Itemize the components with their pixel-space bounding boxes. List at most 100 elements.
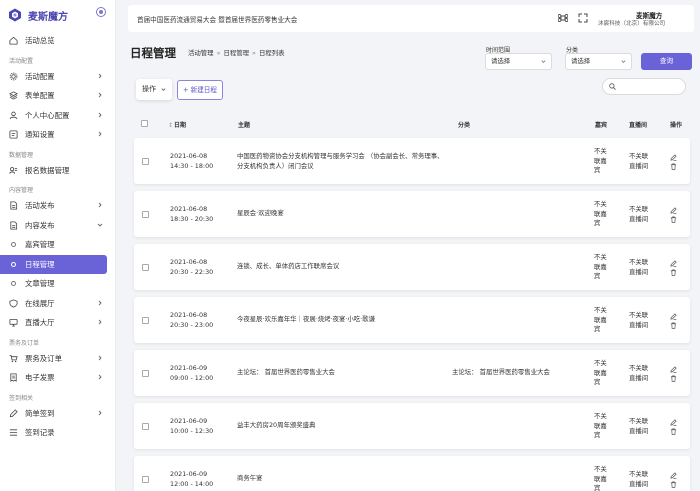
row-checkbox[interactable] [142, 476, 149, 483]
sidebar-item[interactable]: 个人中心配置 [0, 106, 115, 126]
row-date: 2021-06-08 14:30 - 18:00 [170, 152, 214, 170]
sidebar-item[interactable]: 签到记录 [0, 423, 115, 443]
sidebar-item[interactable]: 通知设置 [0, 125, 115, 145]
layers-icon [9, 91, 18, 100]
row-guest: 不关联嘉宾 [594, 253, 607, 280]
page-title: 日程管理 [130, 46, 176, 60]
chevron-right-icon [98, 374, 102, 380]
breadcrumb-item[interactable]: 活动管理 [188, 49, 214, 57]
sidebar-subitem[interactable]: 日程管理 [0, 254, 107, 274]
document-icon [10, 221, 18, 230]
table-row[interactable]: 2021-06-08 18:30 - 20:30 星辰会·欢迎晚宴 不关联嘉宾 不关联直… [134, 191, 690, 237]
delete-icon[interactable] [670, 428, 677, 435]
user-org: 沐宸科技（北京）有限公司 [598, 21, 666, 27]
table-header: ↕日期 主题 分类 嘉宾 直播间 操作 [128, 113, 694, 135]
sidebar-item[interactable]: 活动总览 [0, 31, 115, 51]
topbar: 首届中国医药流通贸易大会 暨首届世界医药零售业大会 麦斯魔方 沐宸科技（北京）有… [128, 5, 694, 32]
column-category: 分类 [458, 122, 471, 129]
edit-icon[interactable] [670, 313, 677, 320]
row-checkbox[interactable] [142, 423, 149, 430]
sidebar-item-label: 电子发票 [25, 373, 55, 383]
edit-icon[interactable] [670, 260, 677, 267]
sidebar-item[interactable]: 表单配置 [0, 86, 115, 106]
table-row[interactable]: 2021-06-08 20:30 - 23:00 今夜星辰·欢乐嘉年华｜夜展·烧烤·… [134, 297, 690, 343]
sidebar-item[interactable]: 内容发布 [0, 216, 115, 236]
edit-icon[interactable] [670, 472, 677, 479]
nav-group-title: 活动配置 [9, 57, 34, 65]
sidebar-item-label: 签到记录 [25, 428, 55, 438]
sidebar-item-label: 嘉宾管理 [25, 240, 55, 250]
sidebar-item[interactable]: 在线展厅 [0, 294, 115, 314]
chevron-down-icon [161, 88, 166, 91]
row-checkbox[interactable] [142, 211, 149, 218]
category-value: 请选择 [571, 57, 591, 65]
sidebar-item[interactable]: 活动发布 [0, 196, 115, 216]
delete-icon[interactable] [670, 269, 677, 276]
column-date[interactable]: ↕日期 [168, 120, 186, 129]
row-guest: 不关联嘉宾 [594, 359, 607, 386]
cart-icon [9, 354, 18, 362]
breadcrumb-item[interactable]: 日程管理 [223, 49, 249, 57]
logo-icon [9, 8, 21, 22]
chevron-right-icon [98, 300, 102, 305]
table-row[interactable]: 2021-06-08 20:30 - 22:30 连锁、成长、单体药店工作联席会议 不… [134, 244, 690, 290]
select-all-checkbox[interactable] [141, 120, 148, 127]
chevron-right-icon [98, 92, 102, 98]
column-guest: 嘉宾 [595, 122, 608, 129]
sidebar-item[interactable]: 电子发票 [0, 368, 115, 388]
edit-icon[interactable] [670, 207, 677, 214]
row-checkbox[interactable] [142, 370, 149, 377]
new-schedule-button[interactable]: + 新建日程 [177, 80, 223, 100]
chevron-right-icon [98, 202, 102, 208]
time-range-select[interactable]: 请选择 [485, 53, 552, 70]
edit-icon[interactable] [670, 419, 677, 426]
chevron-down-icon [621, 60, 626, 63]
command-icon[interactable] [558, 13, 568, 23]
row-live: 不关联直播间 [629, 152, 649, 170]
chevron-right-icon [98, 73, 102, 78]
table-row[interactable]: 2021-06-09 10:00 - 12:30 益丰大药房20周年颁奖盛典 不关联嘉… [134, 403, 690, 449]
delete-icon[interactable] [670, 322, 677, 329]
delete-icon[interactable] [670, 481, 677, 488]
chevron-right-icon [98, 410, 102, 415]
sidebar-item-label: 票务及订单 [25, 353, 62, 363]
table-row[interactable]: 2021-06-08 14:30 - 18:00 中国医药物资协会分支机构管理与服务… [134, 138, 690, 184]
category-select[interactable]: 请选择 [565, 53, 632, 70]
delete-icon[interactable] [670, 216, 677, 223]
sidebar-item[interactable]: 简单签到 [0, 404, 115, 424]
breadcrumb: 活动管理» 日程管理» 日程列表 [188, 49, 285, 57]
home-icon [9, 37, 18, 45]
chevron-right-icon [98, 112, 102, 117]
row-topic: 中国医药物资协会分支机构管理与服务学习会 （协会副会长、常务理事、分支机构负责人… [237, 152, 444, 170]
table-row[interactable]: 2021-06-09 09:00 - 12:00 主论坛： 首届世界医药零售业大会 主… [134, 350, 690, 396]
sidebar-subitem[interactable]: 嘉宾管理 [0, 235, 115, 255]
row-topic: 今夜星辰·欢乐嘉年华｜夜展·烧烤·夜宴·小吃·歌谦 [237, 315, 375, 323]
sidebar-subitem[interactable]: 文章管理 [0, 274, 115, 294]
row-live: 不关联直播间 [629, 470, 649, 488]
delete-icon[interactable] [670, 375, 677, 382]
sidebar-item-label: 活动配置 [25, 71, 55, 81]
edit-icon[interactable] [670, 366, 677, 373]
row-date: 2021-06-08 20:30 - 22:30 [170, 258, 214, 276]
search-input[interactable] [602, 78, 686, 95]
sidebar: 麦斯魔方 活动总览 活动配置 活动配置 表单配置 个人中心配置 通知设置 数据管理 报名数据管… [0, 0, 116, 491]
sidebar-toggle-icon[interactable] [96, 7, 106, 17]
row-date: 2021-06-08 18:30 - 20:30 [170, 205, 214, 223]
operations-label: 操作 [142, 85, 156, 93]
row-checkbox[interactable] [142, 317, 149, 324]
pen-icon [9, 409, 18, 417]
operations-dropdown[interactable]: 操作 [136, 79, 172, 100]
table-row[interactable]: 2021-06-09 12:00 - 14:00 商务午宴 不关联嘉宾 不关联直播间 [134, 456, 690, 491]
query-button[interactable]: 查询 [641, 53, 692, 70]
row-checkbox[interactable] [142, 264, 149, 271]
row-topic: 连锁、成长、单体药店工作联席会议 [237, 262, 340, 270]
sidebar-item[interactable]: 报名数据管理 [0, 161, 115, 181]
fullscreen-icon[interactable] [578, 13, 588, 23]
row-checkbox[interactable] [142, 158, 149, 165]
edit-icon[interactable] [670, 154, 677, 161]
chevron-right-icon [98, 131, 102, 137]
sidebar-item[interactable]: 直播大厅 [0, 313, 115, 333]
sidebar-item[interactable]: 活动配置 [0, 67, 115, 87]
sidebar-item[interactable]: 票务及订单 [0, 349, 115, 369]
delete-icon[interactable] [670, 163, 677, 170]
